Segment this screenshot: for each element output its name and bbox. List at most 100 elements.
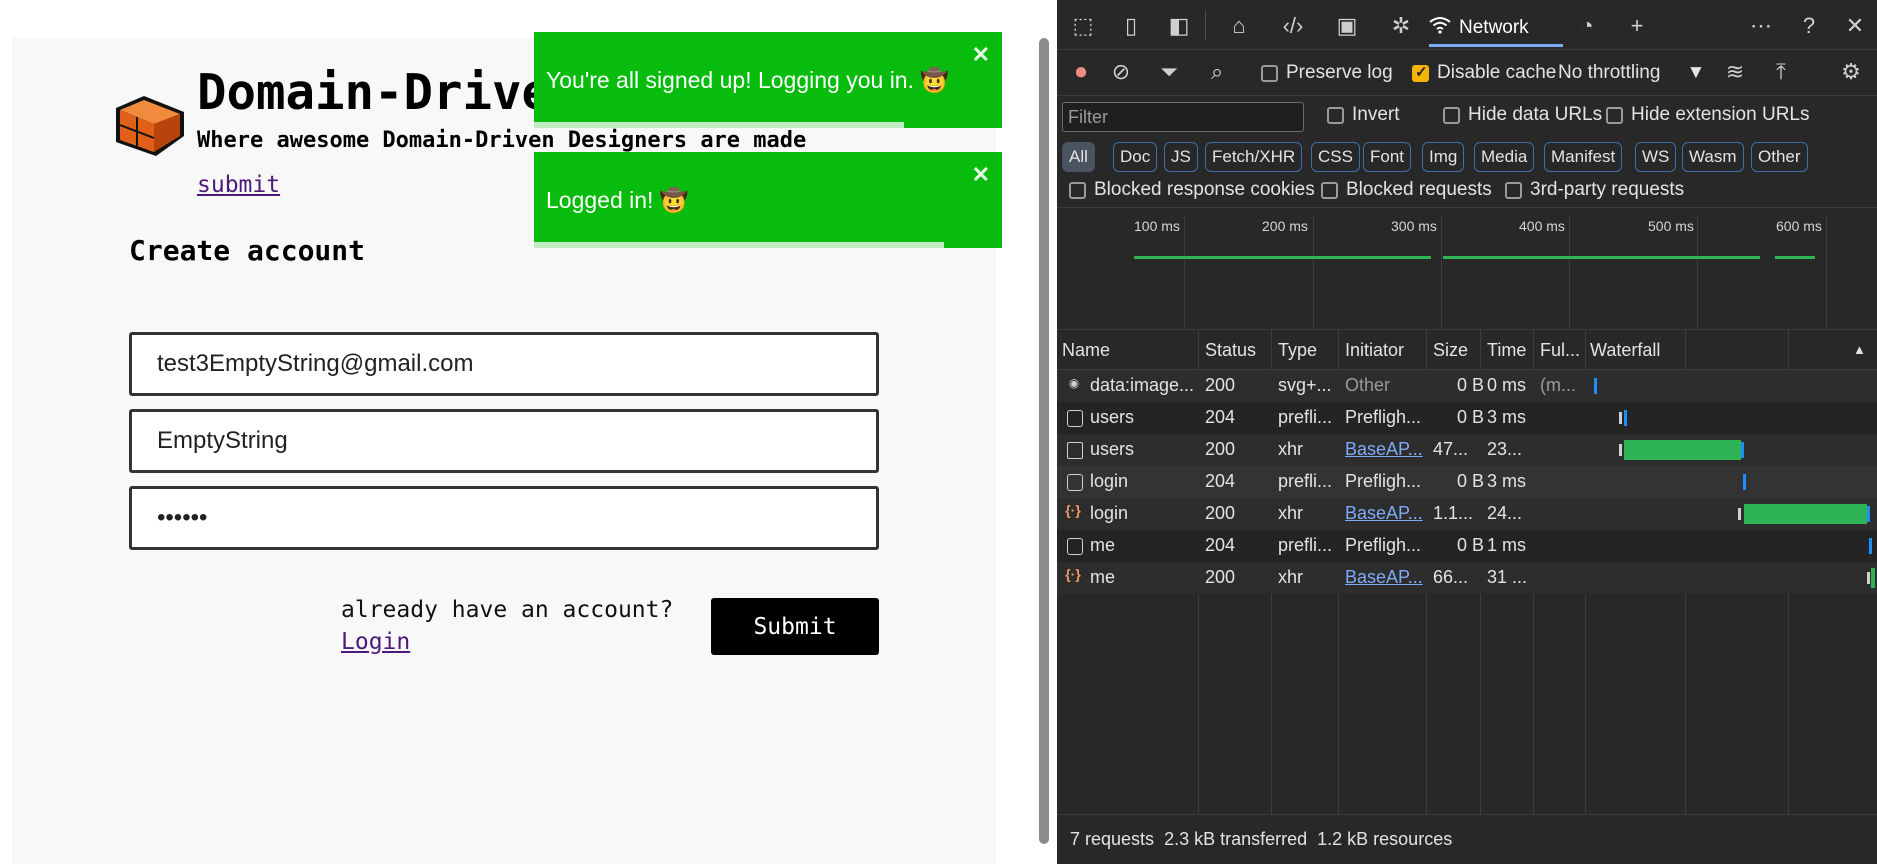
elements-code-icon[interactable]: ‹/› — [1279, 12, 1307, 40]
disable-cache-label: Disable cache — [1437, 62, 1557, 83]
filter-chip-css[interactable]: CSS — [1311, 142, 1360, 172]
cell-time: 23... — [1487, 439, 1523, 459]
filter-chip-other[interactable]: Other — [1751, 142, 1808, 172]
filter-chip-fetch-xhr[interactable]: Fetch/XHR — [1205, 142, 1303, 172]
cell-name: users — [1090, 439, 1135, 459]
checkbox[interactable] — [1606, 106, 1623, 124]
column-header-status[interactable]: Status — [1205, 340, 1256, 361]
search-icon[interactable]: ⌕ — [1203, 58, 1231, 86]
waterfall-marker — [1594, 378, 1597, 394]
inspect-element-icon[interactable]: ⬚ — [1069, 12, 1097, 40]
hide-data-urls-toggle[interactable]: Hide data URLs — [1443, 104, 1602, 126]
tick-label: 100 ms — [1134, 218, 1180, 234]
clear-icon[interactable]: ⊘ — [1107, 58, 1135, 86]
add-tab-icon[interactable]: + — [1623, 12, 1651, 40]
login-link[interactable]: Login — [341, 629, 410, 655]
settings-gear-icon[interactable]: ⚙ — [1837, 58, 1865, 86]
third-party-requests-toggle[interactable]: 3rd-party requests — [1505, 179, 1684, 201]
checkbox[interactable] — [1505, 181, 1522, 199]
toast-signed-up[interactable]: You're all signed up! Logging you in. 🤠 … — [534, 32, 1002, 128]
checkbox[interactable] — [1327, 106, 1344, 124]
gridline — [1826, 216, 1827, 329]
column-header-time[interactable]: Time — [1487, 340, 1526, 361]
checkbox[interactable] — [1261, 64, 1278, 82]
column-header-name[interactable]: Name — [1062, 340, 1110, 361]
timeline-bar — [1134, 256, 1431, 259]
checkbox[interactable] — [1443, 106, 1460, 124]
sources-bug-icon[interactable]: ✲ — [1387, 12, 1415, 40]
disable-cache-toggle[interactable]: Disable cache — [1412, 62, 1556, 84]
close-devtools-icon[interactable]: ✕ — [1841, 12, 1869, 40]
cell-initiator-link[interactable]: BaseAP... — [1345, 439, 1423, 460]
filter-chip-doc[interactable]: Doc — [1113, 142, 1158, 172]
table-row[interactable]: ◉ data:image... 200 svg+... Other 0 B 0 … — [1057, 370, 1877, 402]
filter-chip-wasm[interactable]: Wasm — [1682, 142, 1744, 172]
filter-chip-manifest[interactable]: Manifest — [1544, 142, 1623, 172]
filter-chip-font[interactable]: Font — [1363, 142, 1412, 172]
close-icon[interactable]: ✕ — [972, 162, 990, 188]
table-row[interactable]: login 204 prefli... Prefligh... 0 B 3 ms — [1057, 466, 1877, 498]
cell-initiator-link[interactable]: BaseAP... — [1345, 503, 1423, 524]
cell-name: me — [1090, 535, 1116, 555]
cell-name: users — [1090, 407, 1135, 427]
toast-logged-in[interactable]: Logged in! 🤠 ✕ — [534, 152, 1002, 248]
column-header-waterfall[interactable]: Waterfall — [1590, 340, 1660, 361]
table-row[interactable]: users 204 prefli... Prefligh... 0 B 3 ms — [1057, 402, 1877, 434]
import-har-icon[interactable]: ⤒ — [1767, 58, 1795, 86]
table-row[interactable]: {·} me 200 xhr BaseAP... 66... 31 ... — [1057, 562, 1877, 594]
device-emulation-icon[interactable]: ▯ — [1117, 12, 1145, 40]
performance-gauge-icon[interactable]: ◔ — [1573, 12, 1601, 40]
waterfall-bar — [1624, 440, 1741, 460]
welcome-home-icon[interactable]: ⌂ — [1225, 12, 1253, 40]
username-field[interactable]: EmptyString — [129, 409, 879, 473]
help-icon[interactable]: ? — [1795, 12, 1823, 40]
close-icon[interactable]: ✕ — [972, 42, 990, 68]
filter-input[interactable]: Filter — [1062, 102, 1304, 132]
filter-chip-js[interactable]: JS — [1164, 142, 1198, 172]
cell-initiator-link[interactable]: BaseAP... — [1345, 567, 1423, 588]
checkbox[interactable] — [1321, 181, 1338, 199]
submit-link[interactable]: submit — [197, 172, 280, 198]
hide-extension-urls-label: Hide extension URLs — [1631, 104, 1810, 125]
filter-chip-media[interactable]: Media — [1474, 142, 1535, 172]
throttling-select[interactable]: No throttling ▼ — [1558, 62, 1705, 84]
column-header-fulfilled[interactable]: Ful... — [1540, 340, 1580, 361]
column-header-initiator[interactable]: Initiator — [1345, 340, 1404, 361]
cell-time: 1 ms — [1487, 535, 1527, 555]
sidebar-toggle-icon[interactable]: ◧ — [1165, 12, 1193, 40]
filter-funnel-icon[interactable]: ⏷ — [1155, 58, 1183, 86]
more-options-icon[interactable]: ⋯ — [1747, 12, 1775, 40]
sort-triangle-icon[interactable]: ▲ — [1853, 342, 1866, 357]
record-stop-icon[interactable]: ⏺ — [1067, 58, 1095, 86]
cell-size: 0 B — [1457, 375, 1485, 395]
cell-name: data:image... — [1090, 375, 1195, 395]
checkbox[interactable] — [1069, 181, 1086, 199]
table-row[interactable]: {·} login 200 xhr BaseAP... 1.1... 24... — [1057, 498, 1877, 530]
invert-toggle[interactable]: Invert — [1327, 104, 1400, 126]
divider — [1205, 10, 1206, 40]
page-scrollbar[interactable] — [1039, 38, 1049, 844]
filter-chip-ws[interactable]: WS — [1635, 142, 1677, 172]
column-header-type[interactable]: Type — [1278, 340, 1317, 361]
cell-size: 47... — [1433, 439, 1469, 459]
hide-extension-urls-toggle[interactable]: Hide extension URLs — [1606, 104, 1809, 126]
filter-chip-img[interactable]: Img — [1422, 142, 1465, 172]
waterfall-bar — [1871, 568, 1875, 588]
table-row[interactable]: users 200 xhr BaseAP... 47... 23... — [1057, 434, 1877, 466]
resources-size: 1.2 kB resources — [1317, 829, 1453, 849]
checkbox-checked[interactable] — [1412, 63, 1429, 82]
preserve-log-toggle[interactable]: Preserve log — [1261, 62, 1393, 84]
table-row[interactable]: me 204 prefli... Prefligh... 0 B 1 ms — [1057, 530, 1877, 562]
tab-network[interactable]: Network — [1429, 8, 1529, 48]
network-conditions-icon[interactable]: ≋ — [1721, 58, 1749, 86]
network-overview-timeline[interactable]: 100 ms 200 ms 300 ms 400 ms 500 ms 600 m… — [1057, 208, 1877, 330]
filter-chip-all[interactable]: All — [1062, 142, 1095, 172]
password-field[interactable]: •••••• — [129, 486, 879, 550]
email-field[interactable]: test3EmptyString@gmail.com — [129, 332, 879, 396]
blocked-requests-toggle[interactable]: Blocked requests — [1321, 179, 1492, 201]
console-icon[interactable]: ▣ — [1333, 12, 1361, 40]
cell-status: 204 — [1205, 535, 1236, 555]
submit-button[interactable]: Submit — [711, 598, 879, 655]
blocked-response-cookies-toggle[interactable]: Blocked response cookies — [1069, 179, 1315, 201]
column-header-size[interactable]: Size — [1433, 340, 1468, 361]
